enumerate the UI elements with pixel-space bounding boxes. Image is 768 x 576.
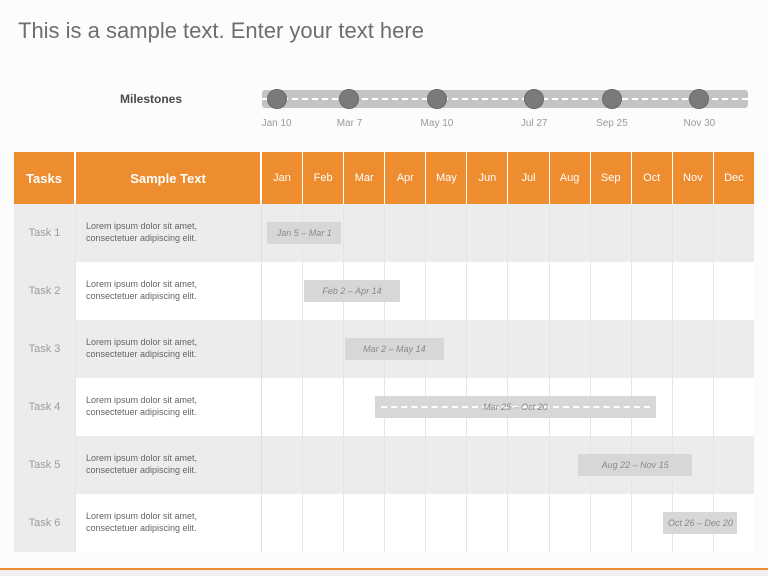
- table-row: Task 6Lorem ipsum dolor sit amet, consec…: [14, 494, 754, 552]
- gantt-bar-label: Mar 25 – Oct 20: [479, 402, 552, 412]
- header-month: Apr: [384, 152, 425, 204]
- milestone-label: Milestones: [120, 92, 182, 106]
- header-month: Oct: [631, 152, 672, 204]
- table-row: Task 3Lorem ipsum dolor sit amet, consec…: [14, 320, 754, 378]
- milestone-dot: [339, 89, 359, 109]
- task-description: Lorem ipsum dolor sit amet, consectetuer…: [76, 204, 262, 262]
- table-body: Task 1Lorem ipsum dolor sit amet, consec…: [14, 204, 754, 552]
- gantt-lane: Mar 25 – Oct 20: [262, 378, 754, 436]
- gantt-bar-label: Aug 22 – Nov 15: [602, 460, 669, 470]
- footer-accent: [0, 568, 768, 576]
- gantt-bar-label: Jan 5 – Mar 1: [277, 228, 332, 238]
- gantt-lane: Mar 2 – May 14: [262, 320, 754, 378]
- page-title[interactable]: This is a sample text. Enter your text h…: [18, 18, 424, 44]
- task-description: Lorem ipsum dolor sit amet, consectetuer…: [76, 494, 262, 552]
- milestone-dot: [427, 89, 447, 109]
- task-description: Lorem ipsum dolor sit amet, consectetuer…: [76, 262, 262, 320]
- gantt-lane: Feb 2 – Apr 14: [262, 262, 754, 320]
- gantt-bar: Oct 26 – Dec 20: [663, 512, 737, 534]
- milestone-row: Milestones Jan 10Mar 7May 10Jul 27Sep 25…: [0, 86, 768, 142]
- milestone-dot: [267, 89, 287, 109]
- table-header: Tasks Sample Text JanFebMarAprMayJunJulA…: [14, 152, 754, 204]
- header-month: Jan: [262, 152, 302, 204]
- gantt-bar-label: Mar 2 – May 14: [363, 344, 426, 354]
- gantt-lane: Oct 26 – Dec 20: [262, 494, 754, 552]
- milestone-date: May 10: [421, 118, 454, 129]
- task-description: Lorem ipsum dolor sit amet, consectetuer…: [76, 320, 262, 378]
- task-description: Lorem ipsum dolor sit amet, consectetuer…: [76, 378, 262, 436]
- gantt-lane: Jan 5 – Mar 1: [262, 204, 754, 262]
- slide: This is a sample text. Enter your text h…: [0, 0, 768, 576]
- header-month: Sep: [590, 152, 631, 204]
- header-month: Jun: [466, 152, 507, 204]
- header-month: Mar: [343, 152, 384, 204]
- milestone-date: Jul 27: [521, 118, 548, 129]
- task-description: Lorem ipsum dolor sit amet, consectetuer…: [76, 436, 262, 494]
- header-month: Nov: [672, 152, 713, 204]
- milestone-dot: [524, 89, 544, 109]
- gantt-bar-label: Feb 2 – Apr 14: [322, 286, 381, 296]
- task-name: Task 2: [14, 262, 76, 320]
- table-row: Task 1Lorem ipsum dolor sit amet, consec…: [14, 204, 754, 262]
- milestone-track: Jan 10Mar 7May 10Jul 27Sep 25Nov 30: [262, 90, 748, 108]
- header-month: Aug: [549, 152, 590, 204]
- header-month: May: [425, 152, 466, 204]
- task-name: Task 6: [14, 494, 76, 552]
- milestone-date: Sep 25: [596, 118, 628, 129]
- header-months: JanFebMarAprMayJunJulAugSepOctNovDec: [262, 152, 754, 204]
- header-month: Jul: [507, 152, 548, 204]
- milestone-dot: [689, 89, 709, 109]
- gantt-lane: Aug 22 – Nov 15: [262, 436, 754, 494]
- task-name: Task 1: [14, 204, 76, 262]
- milestone-date: Mar 7: [337, 118, 363, 129]
- gantt-table: Tasks Sample Text JanFebMarAprMayJunJulA…: [14, 152, 754, 552]
- task-name: Task 4: [14, 378, 76, 436]
- task-name: Task 3: [14, 320, 76, 378]
- gantt-bar: Aug 22 – Nov 15: [578, 454, 693, 476]
- milestone-dot: [602, 89, 622, 109]
- table-row: Task 2Lorem ipsum dolor sit amet, consec…: [14, 262, 754, 320]
- table-row: Task 4Lorem ipsum dolor sit amet, consec…: [14, 378, 754, 436]
- gantt-bar-label: Oct 26 – Dec 20: [668, 518, 733, 528]
- gantt-bar: Jan 5 – Mar 1: [267, 222, 341, 244]
- header-tasks: Tasks: [14, 152, 76, 204]
- milestone-date: Nov 30: [684, 118, 716, 129]
- gantt-bar: Mar 2 – May 14: [345, 338, 443, 360]
- header-month: Feb: [302, 152, 343, 204]
- task-name: Task 5: [14, 436, 76, 494]
- header-sample-text: Sample Text: [76, 152, 262, 204]
- gantt-bar: Mar 25 – Oct 20: [375, 396, 655, 418]
- gantt-bar: Feb 2 – Apr 14: [304, 280, 399, 302]
- header-month: Dec: [713, 152, 754, 204]
- milestone-date: Jan 10: [262, 118, 292, 129]
- table-row: Task 5Lorem ipsum dolor sit amet, consec…: [14, 436, 754, 494]
